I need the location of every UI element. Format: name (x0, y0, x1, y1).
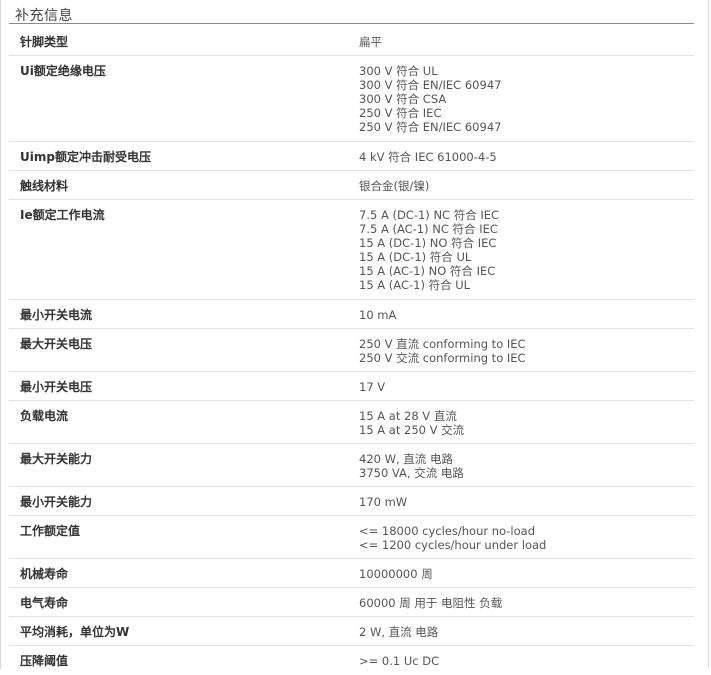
spec-row: 平均消耗，单位为W 2 W, 直流 电路 (9, 617, 694, 646)
spec-value: 170 mW (349, 487, 694, 515)
spec-value-line: 60000 周 用于 电阻性 负载 (359, 596, 503, 610)
spec-label: 最小开关电压 (20, 380, 93, 394)
spec-value-line: 3750 VA, 交流 电路 (359, 466, 464, 480)
spec-label: 最大开关能力 (20, 452, 93, 466)
spec-value: 15 A at 28 V 直流 15 A at 250 V 交流 (349, 401, 694, 443)
spec-row: 最大开关能力 420 W, 直流 电路 3750 VA, 交流 电路 (9, 444, 694, 487)
spec-value: 10 mA (349, 300, 694, 328)
spec-value-line: 420 W, 直流 电路 (359, 452, 453, 466)
spec-row: 压降阈值 >= 0.1 Uc DC (9, 646, 694, 675)
spec-value-line: 250 V 符合 EN/IEC 60947 (359, 120, 502, 134)
spec-value-line: 2 W, 直流 电路 (359, 625, 439, 639)
spec-value-line: 15 A (DC-1) NO 符合 IEC (359, 236, 497, 250)
spec-value-line: 15 A (AC-1) NO 符合 IEC (359, 264, 496, 278)
spec-value-line: 17 V (359, 380, 386, 394)
spec-value-line: 7.5 A (DC-1) NC 符合 IEC (359, 208, 500, 222)
title-divider (9, 23, 694, 24)
spec-table: 针脚类型 扁平 Ui额定绝缘电压 300 V 符合 UL 300 V 符合 EN… (9, 27, 694, 675)
spec-value-line: 银合金(银/镍) (359, 179, 430, 193)
spec-label: 压降阈值 (20, 654, 69, 668)
spec-value-line: 10 mA (359, 308, 397, 322)
spec-row: 最小开关电压 17 V (9, 372, 694, 401)
spec-value-line: 250 V 符合 IEC (359, 106, 442, 120)
spec-value: 17 V (349, 372, 694, 400)
spec-label: 机械寿命 (20, 567, 69, 581)
spec-value: 300 V 符合 UL 300 V 符合 EN/IEC 60947 300 V … (349, 56, 694, 141)
spec-label: 触线材料 (20, 179, 69, 193)
spec-row: 触线材料 银合金(银/镍) (9, 171, 694, 200)
spec-value-line: 15 A (AC-1) 符合 UL (359, 278, 471, 292)
spec-value: 60000 周 用于 电阻性 负载 (349, 588, 694, 616)
spec-value-line: 15 A at 250 V 交流 (359, 423, 465, 437)
spec-value: 银合金(银/镍) (349, 171, 694, 199)
spec-row: 最小开关能力 170 mW (9, 487, 694, 516)
spec-label: 工作额定值 (20, 524, 81, 538)
spec-value-line: 15 A (DC-1) 符合 UL (359, 250, 472, 264)
spec-label: 电气寿命 (20, 596, 69, 610)
spec-value: 扁平 (349, 27, 694, 55)
spec-value: 7.5 A (DC-1) NC 符合 IEC 7.5 A (AC-1) NC 符… (349, 200, 694, 299)
spec-panel: 补充信息 针脚类型 扁平 Ui额定绝缘电压 300 V 符合 UL 300 V … (0, 0, 709, 669)
spec-row: 针脚类型 扁平 (9, 27, 694, 56)
spec-row: 工作额定值 <= 18000 cycles/hour no-load <= 12… (9, 516, 694, 559)
spec-row: 最大开关电压 250 V 直流 conforming to IEC 250 V … (9, 329, 694, 372)
spec-value-line: 250 V 直流 conforming to IEC (359, 337, 526, 351)
spec-value: 2 W, 直流 电路 (349, 617, 694, 645)
spec-value-line: 250 V 交流 conforming to IEC (359, 351, 526, 365)
spec-value-line: >= 0.1 Uc DC (359, 654, 440, 668)
spec-label: Uimp额定冲击耐受电压 (20, 150, 151, 164)
spec-value: <= 18000 cycles/hour no-load <= 1200 cyc… (349, 516, 694, 558)
spec-label: 针脚类型 (20, 35, 69, 49)
spec-value-line: 300 V 符合 CSA (359, 92, 447, 106)
spec-value-line: <= 1200 cycles/hour under load (359, 538, 547, 552)
spec-value: 4 kV 符合 IEC 61000-4-5 (349, 142, 694, 170)
spec-row: 电气寿命 60000 周 用于 电阻性 负载 (9, 588, 694, 617)
spec-row: Ie额定工作电流 7.5 A (DC-1) NC 符合 IEC 7.5 A (A… (9, 200, 694, 300)
spec-label: 最小开关电流 (20, 308, 93, 322)
spec-value: >= 0.1 Uc DC (349, 646, 694, 675)
spec-row: 机械寿命 10000000 周 (9, 559, 694, 588)
spec-row: Uimp额定冲击耐受电压 4 kV 符合 IEC 61000-4-5 (9, 142, 694, 171)
spec-label: 负载电流 (20, 409, 69, 423)
spec-value: 420 W, 直流 电路 3750 VA, 交流 电路 (349, 444, 694, 486)
spec-value-line: 300 V 符合 EN/IEC 60947 (359, 78, 502, 92)
spec-row: 负载电流 15 A at 28 V 直流 15 A at 250 V 交流 (9, 401, 694, 444)
spec-label: Ie额定工作电流 (20, 208, 105, 222)
spec-value-line: 扁平 (359, 35, 382, 49)
spec-value-line: 10000000 周 (359, 567, 433, 581)
spec-value-line: 4 kV 符合 IEC 61000-4-5 (359, 150, 497, 164)
spec-row: Ui额定绝缘电压 300 V 符合 UL 300 V 符合 EN/IEC 609… (9, 56, 694, 142)
spec-value-line: 170 mW (359, 495, 408, 509)
spec-value: 250 V 直流 conforming to IEC 250 V 交流 conf… (349, 329, 694, 371)
spec-value-line: 7.5 A (AC-1) NC 符合 IEC (359, 222, 498, 236)
spec-label: 最大开关电压 (20, 337, 93, 351)
spec-value-line: 300 V 符合 UL (359, 64, 438, 78)
section-title: 补充信息 (15, 8, 73, 24)
spec-value: 10000000 周 (349, 559, 694, 587)
spec-label: 平均消耗，单位为W (20, 625, 130, 639)
spec-label: 最小开关能力 (20, 495, 93, 509)
spec-row: 最小开关电流 10 mA (9, 300, 694, 329)
spec-label: Ui额定绝缘电压 (20, 64, 106, 78)
spec-value-line: 15 A at 28 V 直流 (359, 409, 457, 423)
spec-value-line: <= 18000 cycles/hour no-load (359, 524, 536, 538)
